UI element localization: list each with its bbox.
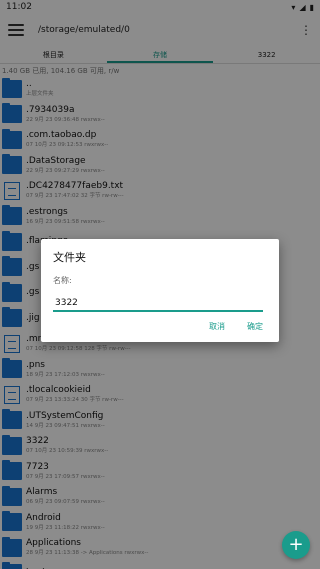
- dialog-actions: 取消 确定: [209, 321, 263, 332]
- dialog-title: 文件夹: [53, 251, 86, 264]
- ok-button[interactable]: 确定: [247, 321, 263, 332]
- new-folder-dialog: 文件夹 名称: 取消 确定: [41, 239, 279, 342]
- name-label: 名称:: [53, 276, 72, 285]
- folder-name-input[interactable]: [53, 296, 263, 312]
- cancel-button[interactable]: 取消: [209, 321, 225, 332]
- add-fab-button[interactable]: +: [282, 531, 310, 559]
